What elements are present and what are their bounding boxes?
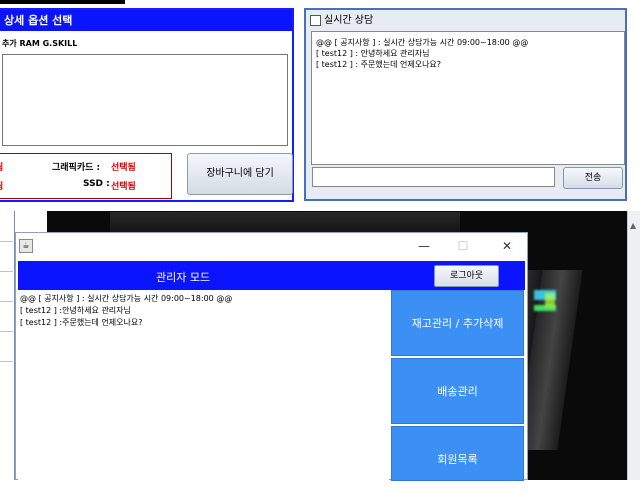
admin-title: 관리자 모드 xyxy=(156,271,211,284)
chat-message-area[interactable]: @@ [ 공지사항 ] : 실시간 상담가능 시간 09:00~18:00 @@… xyxy=(311,31,625,165)
selection-summary: 됨 그래픽카드 : 선택됨 됨 SSD : 선택됨 xyxy=(0,153,172,199)
ram-option-label: 추가 RAM G.SKILL xyxy=(2,39,78,48)
send-button[interactable]: 전송 xyxy=(563,167,623,189)
live-chat-window: 실시간 상담 @@ [ 공지사항 ] : 실시간 상담가능 시간 09:00~1… xyxy=(304,8,627,201)
chat-message: [ test12 ] : 안녕하세요 관리자님 xyxy=(316,49,430,58)
logout-button[interactable]: 로그아웃 xyxy=(434,265,499,287)
admin-window-titlebar[interactable]: ☕ — ☐ ✕ xyxy=(16,233,527,260)
ssd-status: 선택됨 xyxy=(111,182,136,192)
admin-chat-area[interactable]: @@ [ 공지사항 ] : 실시간 상담가능 시간 09:00~18:00 @@… xyxy=(18,290,389,480)
graphic-card-status: 선택됨 xyxy=(111,163,136,173)
minimize-button[interactable]: — xyxy=(413,237,435,255)
chat-message: @@ [ 공지사항 ] : 실시간 상담가능 시간 09:00~18:00 @@ xyxy=(316,38,529,47)
list-divider xyxy=(0,361,13,362)
add-to-cart-button[interactable]: 장바구니에 담기 xyxy=(187,153,293,195)
admin-chat-message: @@ [ 공지사항 ] : 실시간 상담가능 시간 09:00~18:00 @@ xyxy=(20,294,233,303)
inventory-management-button[interactable]: 재고관리 / 추가삭제 xyxy=(391,290,524,356)
ssd-label: SSD : xyxy=(83,179,110,189)
java-app-icon: ☕ xyxy=(19,239,33,253)
title-bar-strip xyxy=(0,0,125,4)
list-divider xyxy=(0,301,13,302)
maximize-button[interactable]: ☐ xyxy=(452,237,474,255)
close-button[interactable]: ✕ xyxy=(496,237,518,255)
graphic-card-label: 그래픽카드 : xyxy=(52,163,101,173)
admin-window: ☕ — ☐ ✕ 관리자 모드 로그아웃 @@ [ 공지사항 ] : 실시간 상담… xyxy=(15,232,528,481)
window-checkbox-icon[interactable] xyxy=(310,15,321,26)
chat-input[interactable] xyxy=(312,167,555,187)
background-list-panel xyxy=(0,211,15,480)
options-panel-title: 상세 옵션 선택 xyxy=(0,10,292,31)
scroll-up-icon[interactable]: ▲ xyxy=(630,221,636,230)
admin-chat-message: [ test12 ] :주문했는데 언제오나요? xyxy=(20,318,143,327)
delivery-management-button[interactable]: 배송관리 xyxy=(391,358,524,424)
rgb-light xyxy=(545,293,555,307)
options-list[interactable] xyxy=(2,54,288,146)
chat-window-title: 실시간 상담 xyxy=(324,15,374,26)
vertical-scrollbar[interactable]: ▲ xyxy=(627,211,640,480)
admin-chat-message: [ test12 ] :안녕하세요 관리자님 xyxy=(20,306,131,315)
list-divider xyxy=(0,331,13,332)
list-divider xyxy=(0,241,13,242)
selection-value-1: 됨 xyxy=(0,160,3,173)
selection-value-3: 됨 xyxy=(0,179,3,192)
member-list-button[interactable]: 회원목록 xyxy=(391,426,524,481)
list-divider xyxy=(0,271,13,272)
options-panel: 상세 옵션 선택 추가 RAM G.SKILL 됨 그래픽카드 : 선택됨 됨 … xyxy=(0,8,294,202)
chat-message: [ test12 ] : 주문했는데 언제오나요? xyxy=(316,60,442,69)
